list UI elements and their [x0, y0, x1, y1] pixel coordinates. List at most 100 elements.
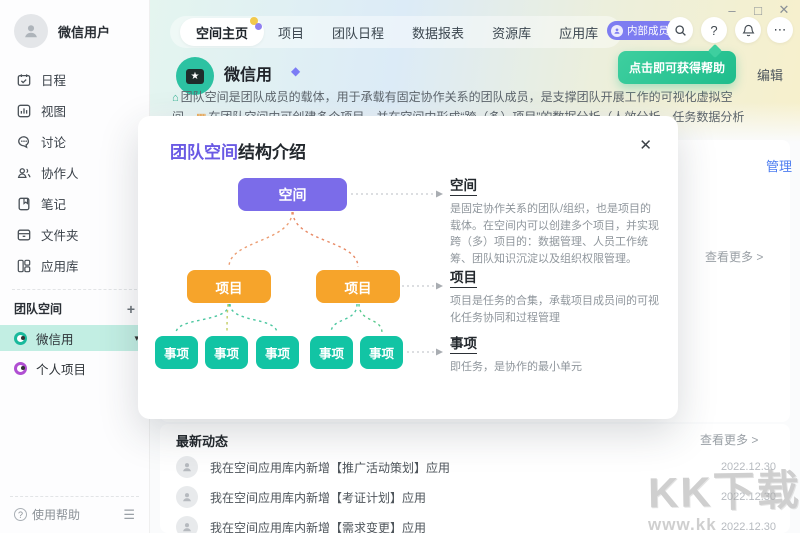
sidebar-item-folders[interactable]: 文件夹	[0, 219, 149, 250]
bell-icon	[742, 24, 755, 37]
tab-space-home[interactable]: 空间主页	[180, 18, 264, 46]
chat-icon	[16, 134, 31, 149]
help-button[interactable]: ?	[701, 17, 727, 43]
member-person-icon	[611, 25, 623, 37]
close-window-button[interactable]: ✕	[776, 2, 792, 18]
sidebar-nav: 日程 视图 讨论 协作人 笔记 文件夹	[0, 58, 149, 281]
activity-row[interactable]: 我在空间应用库内新增【需求变更】应用 2022.12.30	[176, 515, 776, 533]
help-tooltip[interactable]: 点击即可获得帮助	[618, 51, 736, 84]
tab-data-reports[interactable]: 数据报表	[398, 23, 478, 42]
desc-body: 是固定协作关系的团队/组织，也是项目的载体。在空间内可以创建多个项目，并实现跨（…	[450, 201, 662, 268]
add-team-space-button[interactable]: +	[127, 301, 135, 317]
tab-app-library[interactable]: 应用库	[545, 23, 612, 42]
team-item-label: 个人项目	[36, 359, 86, 378]
activity-title: 最新动态	[176, 431, 228, 450]
team-space-label: 团队空间	[14, 300, 62, 317]
usage-help-label: 使用帮助	[32, 506, 80, 523]
search-button[interactable]	[667, 17, 693, 43]
activity-text: 我在空间应用库内新增【需求变更】应用	[210, 519, 709, 533]
people-icon	[16, 165, 31, 180]
activity-view-more-link[interactable]: 查看更多 >	[700, 431, 758, 448]
activity-date: 2022.12.30	[721, 521, 776, 533]
notification-dot-purple	[255, 23, 262, 30]
node-project: 项目	[187, 270, 271, 303]
sidebar-item-team-weixinyong[interactable]: 微信用 ▾	[0, 325, 149, 351]
tab-projects[interactable]: 项目	[264, 23, 318, 42]
sidebar-item-personal-projects[interactable]: 个人项目	[0, 355, 149, 381]
sidebar: 微信用户 日程 视图 讨论 协作人 笔记	[0, 0, 150, 533]
activity-date: 2022.12.30	[721, 491, 776, 503]
team-space-icon	[14, 332, 27, 345]
activity-text: 我在空间应用库内新增【考证计划】应用	[210, 489, 709, 506]
gem-icon[interactable]: ◆	[291, 64, 300, 78]
desc-body: 项目是任务的合集，承载项目成员间的可视化任务协同和过程管理	[450, 293, 662, 326]
team-item-label: 微信用	[36, 329, 74, 348]
app-window: – □ ✕ 微信用户 日程 视图 讨论	[0, 0, 800, 533]
divider	[12, 289, 137, 290]
sidebar-item-views[interactable]: 视图	[0, 95, 149, 126]
window-controls: – □ ✕	[724, 2, 792, 18]
chart-icon	[16, 103, 31, 118]
node-space: 空间	[238, 178, 347, 211]
node-task: 事项	[256, 336, 299, 369]
node-task: 事项	[205, 336, 248, 369]
search-icon	[674, 24, 687, 37]
desc-block-task: 事项 即任务，是协作的最小单元	[450, 332, 662, 376]
sidebar-item-label: 日程	[41, 70, 66, 89]
top-tab-bar: 空间主页 项目 团队日程 数据报表 资源库 应用库	[170, 16, 622, 48]
activity-row[interactable]: 我在空间应用库内新增【考证计划】应用 2022.12.30	[176, 485, 776, 509]
user-row[interactable]: 微信用户	[0, 0, 149, 58]
apps-grid-icon	[16, 258, 31, 273]
activity-date: 2022.12.30	[721, 461, 776, 473]
sidebar-item-label: 协作人	[41, 163, 79, 182]
question-icon: ?	[710, 23, 717, 38]
desc-block-project: 项目 项目是任务的合集，承载项目成员间的可视化任务协同和过程管理	[450, 266, 662, 326]
sidebar-item-discussion[interactable]: 讨论	[0, 126, 149, 157]
edit-link[interactable]: 编辑	[757, 65, 783, 84]
team-space-intro-modal: 团队空间结构介绍 ✕ 空间 项目 项目 事项 事项 事项 事项	[138, 116, 678, 419]
activity-avatar	[176, 456, 198, 478]
question-circle-icon: ?	[14, 508, 27, 521]
space-title: 微信用	[224, 61, 272, 85]
node-task: 事项	[360, 336, 403, 369]
node-task: 事项	[310, 336, 353, 369]
person-icon	[181, 521, 193, 533]
star-icon: ★	[186, 69, 204, 84]
desc-heading: 空间	[450, 174, 477, 196]
help-tooltip-text: 点击即可获得帮助	[629, 59, 725, 76]
folder-icon	[16, 227, 31, 242]
minimize-button[interactable]: –	[724, 2, 740, 18]
manage-link[interactable]: 管理	[766, 156, 792, 175]
sidebar-item-notes[interactable]: 笔记	[0, 188, 149, 219]
activity-row[interactable]: 我在空间应用库内新增【推广活动策划】应用 2022.12.30	[176, 455, 776, 479]
notifications-button[interactable]	[735, 17, 761, 43]
calendar-icon	[16, 72, 31, 87]
sidebar-item-apps[interactable]: 应用库	[0, 250, 149, 281]
user-avatar	[14, 14, 48, 48]
desc-heading: 事项	[450, 332, 477, 354]
team-space-header: 团队空间 +	[0, 296, 149, 321]
person-icon	[22, 22, 40, 40]
desc-body: 即任务，是协作的最小单元	[450, 359, 662, 376]
usage-help-link[interactable]: ? 使用帮助	[14, 506, 80, 523]
home-icon: ⌂	[172, 92, 179, 104]
person-icon	[181, 491, 193, 503]
tab-resources[interactable]: 资源库	[478, 23, 545, 42]
more-button[interactable]: ⋯	[767, 17, 793, 43]
member-badge-label: 内部成员	[627, 23, 669, 38]
sidebar-item-label: 笔记	[41, 194, 66, 213]
sidebar-item-collaborators[interactable]: 协作人	[0, 157, 149, 188]
activity-avatar	[176, 516, 198, 533]
sidebar-footer: ? 使用帮助 ☰	[10, 496, 139, 533]
tab-label: 空间主页	[196, 23, 248, 42]
personal-project-icon	[14, 362, 27, 375]
node-task: 事项	[155, 336, 198, 369]
sidebar-item-schedule[interactable]: 日程	[0, 64, 149, 95]
tab-team-schedule[interactable]: 团队日程	[318, 23, 398, 42]
maximize-button[interactable]: □	[750, 2, 766, 18]
hamburger-icon[interactable]: ☰	[123, 507, 135, 523]
view-more-middle-link[interactable]: 查看更多 >	[705, 248, 763, 265]
user-name: 微信用户	[58, 22, 110, 41]
sidebar-item-label: 视图	[41, 101, 66, 120]
activity-text: 我在空间应用库内新增【推广活动策划】应用	[210, 459, 709, 476]
